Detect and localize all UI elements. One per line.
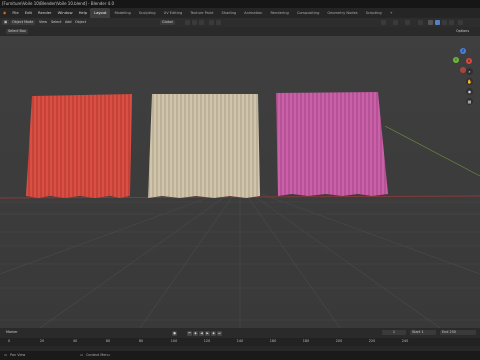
ruler-tick: 180 (302, 339, 310, 343)
window-titlebar: [Furniture\Voile 10\Blender\Voile 10.ble… (0, 0, 480, 8)
mouse-left-icon: ▭ (4, 353, 8, 357)
tab-texture-paint[interactable]: Texture Paint (186, 8, 217, 18)
marker-menu[interactable]: Marker (4, 330, 20, 335)
ruler-tick: 160 (269, 339, 277, 343)
tab-modeling[interactable]: Modeling (110, 8, 134, 18)
menu-help[interactable]: Help (76, 8, 91, 18)
snap-icon[interactable] (192, 20, 197, 25)
tab-rendering[interactable]: Rendering (266, 8, 292, 18)
mode-dropdown[interactable]: Object Mode (10, 20, 36, 25)
ruler-tick: 100 (170, 339, 178, 343)
falloff-icon[interactable] (216, 20, 221, 25)
prev-key-icon[interactable]: ◆ (193, 331, 198, 336)
current-frame-field[interactable]: 1 (382, 330, 406, 335)
menu-add[interactable]: Add (63, 20, 74, 25)
visibility-icon[interactable] (381, 20, 386, 25)
xray-icon[interactable] (418, 20, 423, 25)
start-frame-field[interactable]: Start 1 (410, 330, 436, 335)
curtain-pink[interactable] (276, 92, 388, 196)
play-icon[interactable]: ▶ (205, 331, 210, 336)
top-menubar: ◉ File Edit Render Window Help Layout Mo… (0, 8, 480, 18)
menu-window[interactable]: Window (55, 8, 76, 18)
shading-solid-icon[interactable] (435, 20, 440, 25)
tab-geometry-nodes[interactable]: Geometry Nodes (323, 8, 361, 18)
ruler-tick: 220 (368, 339, 376, 343)
orientation-dropdown[interactable]: Global (160, 20, 175, 25)
auto-key-icon[interactable]: ● (172, 331, 177, 336)
x-axis-ball[interactable]: X (466, 58, 472, 64)
pan-hand-icon[interactable]: ✋ (466, 78, 473, 85)
shading-rendered-icon[interactable] (449, 20, 454, 25)
add-workspace-button[interactable]: + (386, 8, 397, 18)
pivot-icon[interactable] (185, 20, 190, 25)
window-title: [Furniture\Voile 10\Blender\Voile 10.ble… (2, 1, 115, 6)
proportional-edit-icon[interactable] (209, 20, 214, 25)
start-value: 1 (421, 330, 424, 334)
tab-sculpting[interactable]: Sculpting (135, 8, 160, 18)
end-frame-field[interactable]: End 250 (440, 330, 476, 335)
ruler-tick: 140 (236, 339, 244, 343)
select-box-dropdown[interactable]: Select Box (6, 29, 28, 34)
y-axis-ball[interactable]: Y (453, 57, 459, 63)
ruler-tick: 80 (138, 339, 144, 343)
end-label: End (442, 330, 449, 334)
blender-logo-icon[interactable]: ◉ (0, 8, 9, 18)
start-label: Start (412, 330, 421, 334)
ruler-tick: 240 (401, 339, 409, 343)
next-key-icon[interactable]: ◆ (211, 331, 216, 336)
curtain-red[interactable] (26, 94, 132, 198)
jump-end-icon[interactable]: ⏭ (217, 331, 222, 336)
menu-select[interactable]: Select (49, 20, 63, 25)
z-axis-ball[interactable]: Z (460, 48, 466, 54)
viewport-canvas[interactable] (0, 36, 480, 328)
status-bar: ▭ Pan View ▭ Context Menu (0, 351, 480, 360)
mouse-right-icon: ▭ (80, 353, 84, 357)
ruler-tick: 20 (39, 339, 45, 343)
menu-view[interactable]: View (37, 20, 49, 25)
shading-options-icon[interactable] (458, 20, 463, 25)
perspective-grid-icon[interactable]: ▦ (466, 98, 473, 105)
editor-type-icon[interactable]: ▣ (2, 20, 10, 25)
tab-uv-editing[interactable]: UV Editing (160, 8, 187, 18)
timeline-header: Marker ● ⏮ ◆ ◀ ▶ ◆ ⏭ 1 Start 1 End 250 (0, 328, 480, 338)
tab-scripting[interactable]: Scripting (362, 8, 386, 18)
camera-view-icon[interactable]: ◉ (466, 88, 473, 95)
shading-material-icon[interactable] (442, 20, 447, 25)
snap-target-icon[interactable] (199, 20, 204, 25)
tool-header: Select Box Options (0, 27, 480, 36)
shading-wireframe-icon[interactable] (428, 20, 433, 25)
playback-controls: ⏮ ◆ ◀ ▶ ◆ ⏭ (187, 330, 223, 336)
status-context-menu: Context Menu (86, 353, 110, 357)
ruler-tick: 0 (7, 339, 11, 343)
options-dropdown[interactable]: Options (454, 29, 471, 34)
gizmo-icon[interactable] (393, 20, 398, 25)
menu-file[interactable]: File (9, 8, 21, 18)
ruler-tick: 120 (203, 339, 211, 343)
record-button[interactable]: ● (172, 330, 178, 336)
ruler-tick: 200 (335, 339, 343, 343)
timeline-ruler[interactable]: 0 20 40 60 80 100 120 140 160 180 200 22… (0, 338, 480, 346)
menu-render[interactable]: Render (35, 8, 55, 18)
viewport-header: ▣ Object Mode View Select Add Object Glo… (0, 18, 480, 27)
ruler-tick: 60 (105, 339, 111, 343)
menu-object[interactable]: Object (73, 20, 88, 25)
tab-compositing[interactable]: Compositing (293, 8, 324, 18)
curtain-beige[interactable] (148, 94, 260, 198)
ruler-tick: 40 (72, 339, 78, 343)
tab-shading[interactable]: Shading (218, 8, 241, 18)
jump-start-icon[interactable]: ⏮ (187, 331, 192, 336)
zoom-icon[interactable]: ⌕ (466, 68, 473, 75)
3d-viewport[interactable]: Z Y X ⌕ ✋ ◉ ▦ (0, 36, 480, 328)
overlay-icon[interactable] (405, 20, 410, 25)
play-reverse-icon[interactable]: ◀ (199, 331, 204, 336)
tab-animation[interactable]: Animation (240, 8, 266, 18)
menu-edit[interactable]: Edit (22, 8, 35, 18)
status-pan-view: Pan View (10, 353, 26, 357)
end-value: 250 (449, 330, 457, 334)
tab-layout[interactable]: Layout (90, 8, 111, 18)
